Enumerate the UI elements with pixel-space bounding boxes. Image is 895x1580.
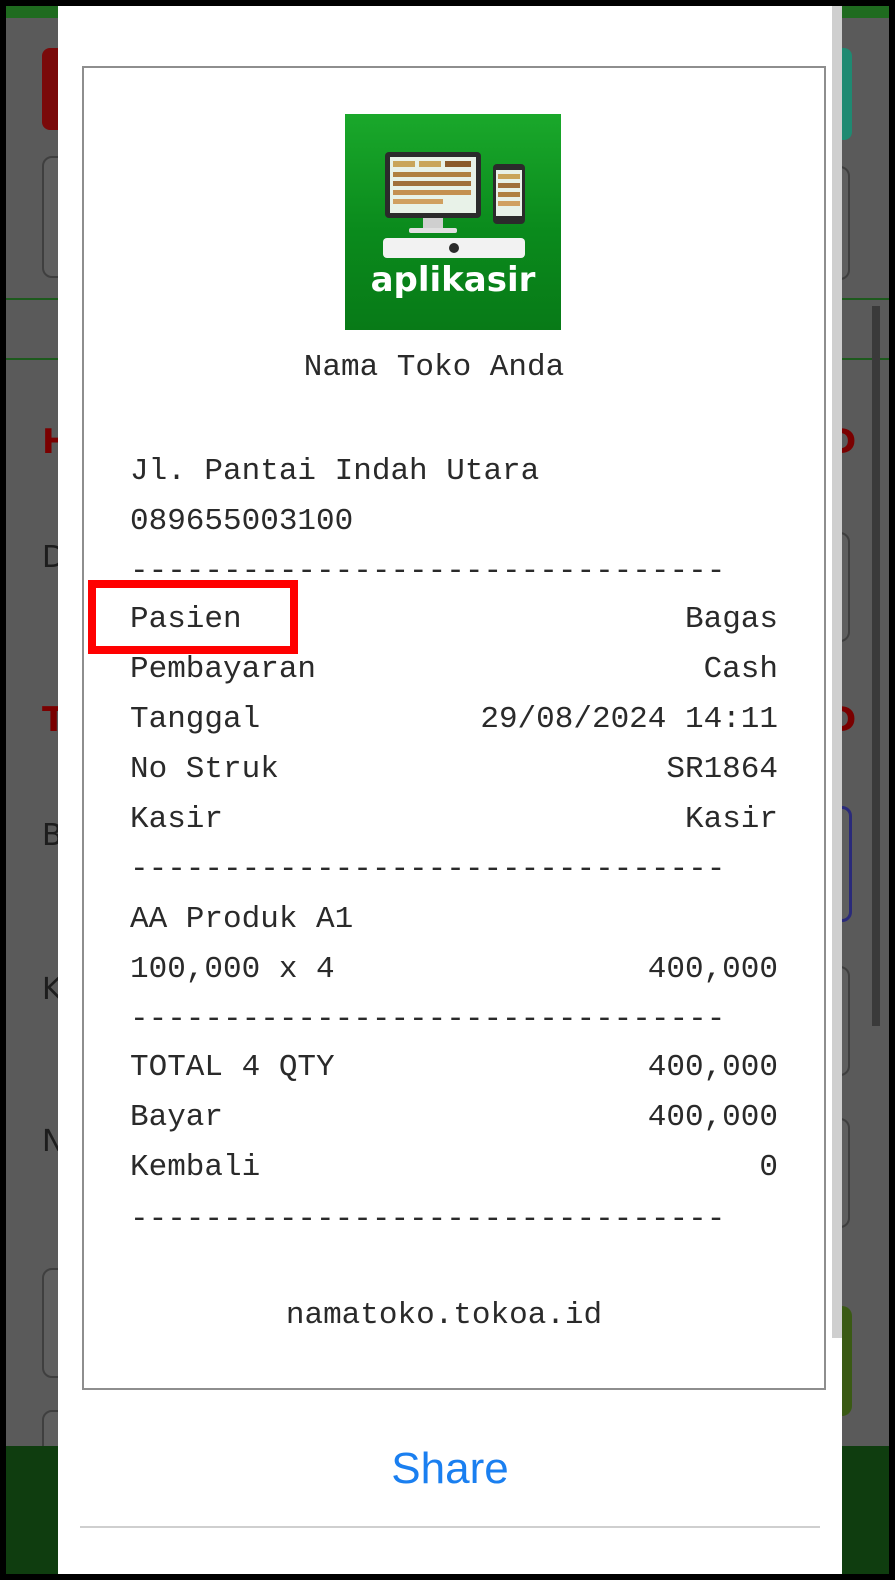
total-row: TOTAL 4 QTY 400,000 <box>130 1050 778 1085</box>
info-label: Kasir <box>130 802 224 837</box>
aplikasir-logo: aplikasir <box>345 114 561 330</box>
separator-line: -------------------------------- <box>130 852 726 887</box>
item-qty-price: 100,000 x 4 <box>130 952 335 987</box>
logo-wordmark: aplikasir <box>370 260 536 300</box>
receipt-modal: aplikasir Nama Toko Anda Jl. Pantai Inda… <box>58 6 842 1574</box>
background-scrollbar <box>872 306 880 1026</box>
info-row-payment: Pembayaran Cash <box>130 652 778 687</box>
shop-name: Nama Toko Anda <box>303 350 565 385</box>
change-value: 0 <box>759 1150 778 1185</box>
info-value: Bagas <box>684 602 778 637</box>
paid-row: Bayar 400,000 <box>130 1100 778 1135</box>
info-value: Cash <box>703 652 778 687</box>
paid-label: Bayar <box>130 1100 224 1135</box>
info-value: 29/08/2024 14:11 <box>480 702 778 737</box>
info-row-cashier: Kasir Kasir <box>130 802 778 837</box>
info-label: Tanggal <box>130 702 261 737</box>
total-label: TOTAL 4 QTY <box>130 1050 335 1085</box>
total-value: 400,000 <box>647 1050 778 1085</box>
device-frame: H D T D D B K N aplikasir Nama Toko Anda… <box>0 0 895 1580</box>
info-label: No Struk <box>130 752 279 787</box>
info-label: Pembayaran <box>130 652 317 687</box>
info-value: Kasir <box>684 802 778 837</box>
share-button[interactable]: Share <box>58 1444 842 1494</box>
receipt-paper: aplikasir Nama Toko Anda Jl. Pantai Inda… <box>82 66 826 1390</box>
info-row-receipt-number: No Struk SR1864 <box>130 752 778 787</box>
item-name: AA Produk A1 <box>130 902 354 937</box>
item-subtotal: 400,000 <box>647 952 778 987</box>
item-row: 100,000 x 4 400,000 <box>130 952 778 987</box>
shop-phone: 089655003100 <box>130 504 354 539</box>
shop-website: namatoko.tokoa.id <box>285 1298 603 1333</box>
shop-address: Jl. Pantai Indah Utara <box>130 454 540 489</box>
change-row: Kembali 0 <box>130 1150 778 1185</box>
modal-scrollbar[interactable] <box>832 6 842 1338</box>
separator-line: -------------------------------- <box>130 1202 726 1237</box>
modal-divider <box>80 1526 820 1528</box>
change-label: Kembali <box>130 1150 261 1185</box>
separator-line: -------------------------------- <box>130 1002 726 1037</box>
info-value: SR1864 <box>666 752 778 787</box>
info-row-date: Tanggal 29/08/2024 14:11 <box>130 702 778 737</box>
highlight-box <box>88 580 298 654</box>
paid-value: 400,000 <box>647 1100 778 1135</box>
app-screen: H D T D D B K N aplikasir Nama Toko Anda… <box>6 6 889 1574</box>
